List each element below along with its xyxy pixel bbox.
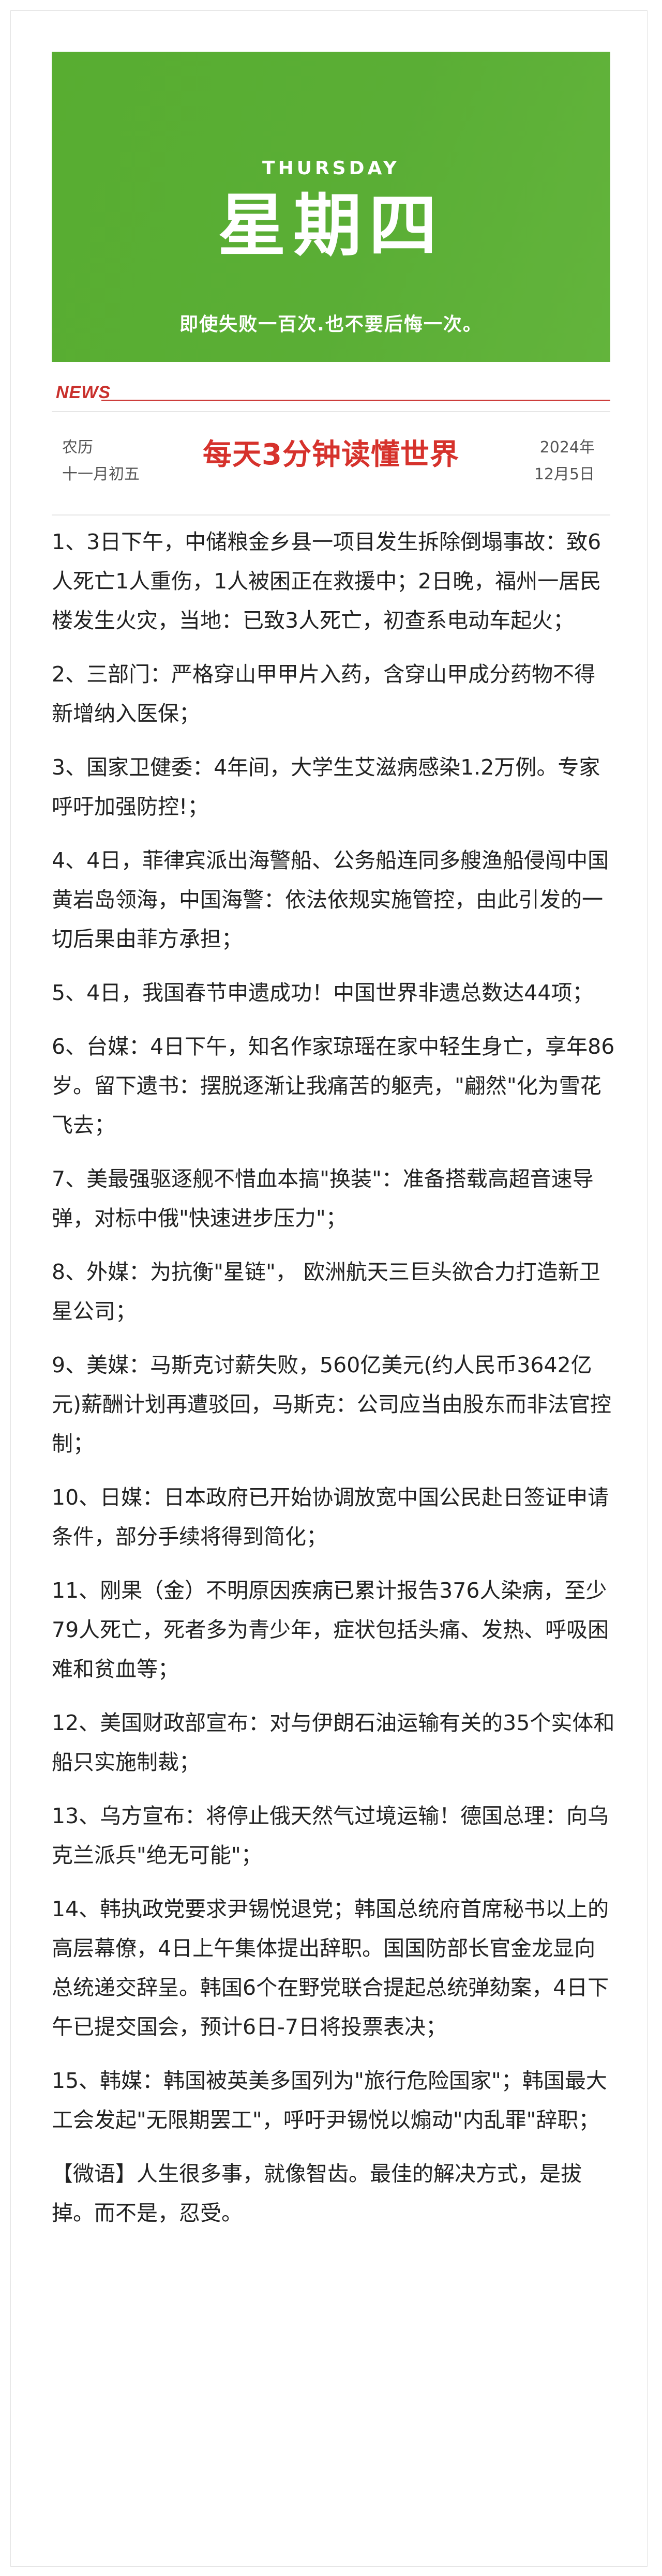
news-item: 10、日媒：日本政府已开始协调放宽中国公民赴日签证申请条件，部分手续将得到简化； (52, 1485, 609, 1549)
lunar-date: 农历 十一月初五 (62, 434, 140, 488)
news-list: 1、3日下午，中储粮金乡县一项目发生拆除倒塌事故：致6人死亡1人重伤，1人被困正… (52, 522, 615, 2233)
news-item: 9、美媒：马斯克讨薪失败，560亿美元(约人民币3642亿元)薪酬计划再遭驳回，… (52, 1353, 611, 1456)
page-title: 每天3分钟读懂世界 (203, 438, 459, 472)
weekday-english: THURSDAY (262, 158, 400, 179)
news-item: 11、刚果（金）不明原因疾病已累计报告376人染病，至少79人死亡，死者多为青少… (52, 1578, 609, 1681)
news-item: 14、韩执政党要求尹锡悦退党；韩国总统府首席秘书以上的高层幕僚，4日上午集体提出… (52, 1897, 609, 2039)
date-row: 农历 十一月初五 每天3分钟读懂世界 2024年 12月5日 (52, 429, 610, 512)
solar-month-day: 12月5日 (534, 465, 595, 483)
news-divider-light (52, 411, 610, 412)
lunar-label: 农历 (62, 438, 93, 457)
news-item: 12、美国财政部宣布：对与伊朗石油运输有关的35个实体和船只实施制裁； (52, 1710, 615, 1775)
date-divider (52, 514, 610, 516)
news-item: 1、3日下午，中储粮金乡县一项目发生拆除倒塌事故：致6人死亡1人重伤，1人被困正… (52, 529, 601, 633)
news-item: 15、韩媒：韩国被英美多国列为"旅行危险国家"；韩国最大工会发起"无限期罢工"，… (52, 2068, 607, 2132)
news-divider (101, 400, 610, 401)
news-item: 4、4日，菲律宾派出海警船、公务船连同多艘渔船侵闯中国黄岩岛领海，中国海警：依法… (52, 848, 609, 951)
news-item: 2、三部门：严格穿山甲甲片入药，含穿山甲成分药物不得新增纳入医保； (52, 662, 596, 726)
lunar-day: 十一月初五 (62, 465, 140, 483)
banner-motto: 即使失败一百次.也不要后悔一次。 (179, 314, 483, 335)
news-item: 7、美最强驱逐舰不惜血本搞"换装"：准备搭载高超音速导弹，对标中俄"快速进步压力… (52, 1166, 594, 1231)
daily-quote: 【微语】人生很多事，就像智齿。最佳的解决方式，是拔掉。而不是，忍受。 (52, 2161, 582, 2225)
solar-year: 2024年 (539, 438, 595, 457)
solar-date: 2024年 12月5日 (534, 434, 595, 488)
news-item: 6、台媒：4日下午，知名作家琼瑶在家中轻生身亡，享年86岁。留下遗书：摆脱逐渐让… (52, 1034, 615, 1138)
news-item: 8、外媒：为抗衡"星链"， 欧洲航天三巨头欲合力打造新卫星公司； (52, 1260, 600, 1324)
news-item: 13、乌方宣布：将停止俄天然气过境运输！德国总理：向乌克兰派兵"绝无可能"； (52, 1804, 609, 1868)
weekday-chinese: 星期四 (218, 186, 444, 266)
news-item: 3、国家卫健委：4年间，大学生艾滋病感染1.2万例。专家呼吁加强防控!； (52, 755, 600, 819)
news-item: 5、4日，我国春节申遗成功！中国世界非遗总数达44项； (52, 980, 594, 1005)
weekday-banner: THURSDAY 星期四 即使失败一百次.也不要后悔一次。 (52, 52, 610, 362)
